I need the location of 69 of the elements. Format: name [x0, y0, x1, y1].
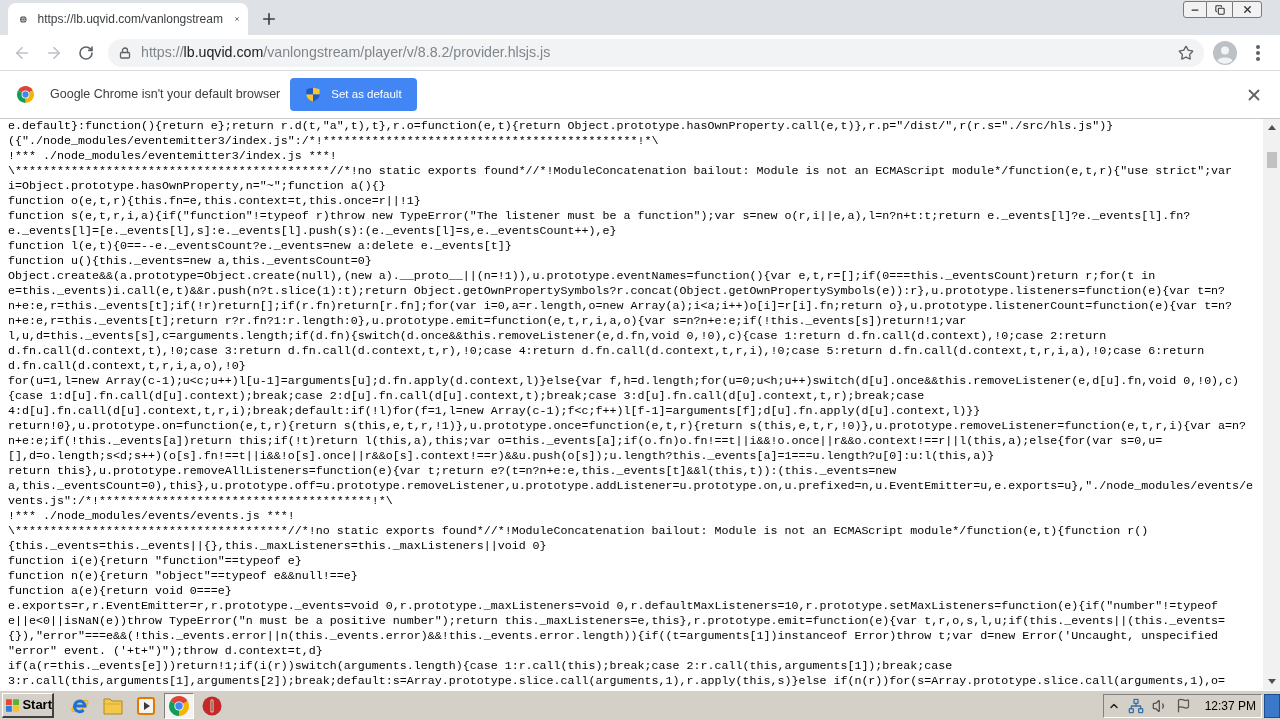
up-triangle-icon: [1267, 125, 1276, 130]
code-line: {case 1:d[u].fn.call(d[u].context);break;case 2:d[u].fn.call(d[u].context,t);break;case 3:d[u].fn.call(d[u].context,t,r);break;case: [8, 389, 925, 404]
code-line: a,this._eventsCount=0),this},u.prototype.off=u.prototype.removeListener,u.prototype.addListener=u.prototype.on,u.prefixed=n,u.EventEmitter=u,e.exports=u},"./node_modules/events/e: [8, 479, 1254, 494]
browser-tab[interactable]: https://lb.uqvid.com/vanlongstream: [8, 3, 248, 35]
code-line: n+e:e,r=this._events[t];return r?r.fn?1:r.length:0},u.prototype.emit=function(e,t,r,i,a,o){var s=n?n+e:e;if(!this._events[s])return!1;var: [8, 314, 967, 329]
scrollbar-thumb[interactable]: [1266, 152, 1277, 168]
code-line: ({"./node_modules/eventemitter3/index.js":/*!*********************************************!*\: [8, 134, 659, 149]
windows-flag-icon: [6, 697, 20, 713]
code-line: n+e:e,r=this._events[t];if(!r)return[];if(r.fn)return[r.fn];for(var i=0,a=r.length,o=new Array(a);i<a;i++)o[i]=r[i].fn;return o},u.prototype.listenerCount=function(e){var t=n?: [8, 299, 1233, 314]
start-button[interactable]: Start: [2, 693, 54, 718]
url-text: https://lb.uqvid.com/vanlongstream/player/v/8.8.2/provider.hlsjs.js: [141, 42, 551, 62]
code-line: e.default}:function(){return e};return r.d(t,"a",t),t},r.o=function(e,t){return Object.prototype.hasOwnProperty.call(e,t)},r.p="/dist/",r(r.s="./src/hls.js")}: [8, 119, 1114, 134]
code-line: if(a(r=this._events[e]))return!1;if(i(r))switch(arguments.length){case 1:r.call(this);break;case 2:r.call(this,arguments[1]);break;case: [8, 659, 953, 674]
code-line: {this._events=this._events||{},this._maxListeners=this._maxListeners||void 0}: [8, 539, 547, 554]
close-icon: [1241, 4, 1253, 15]
minimize-button[interactable]: [1183, 1, 1207, 18]
code-line: function n(e){return "object"==typeof e&&null!==e}: [8, 569, 358, 584]
alert-circle-icon: [202, 695, 222, 716]
down-triangle-icon: [1267, 679, 1276, 684]
taskbar-button[interactable]: [164, 692, 194, 719]
code-line: d.fn.call(d.context,t,r,i,a,o),!0}: [8, 359, 246, 374]
code-line: function a(e){return void 0===e}: [8, 584, 232, 599]
tab-title: https://lb.uqvid.com/vanlongstream: [37, 11, 223, 28]
shield-icon: [306, 87, 321, 102]
plus-icon: [260, 10, 278, 28]
code-line: i=Object.prototype.hasOwnProperty,n="~";function a(){}: [8, 179, 386, 194]
code-line: !*** ./node_modules/eventemitter3/index.js ***!: [8, 149, 337, 164]
show-desktop-button[interactable]: [1264, 693, 1280, 718]
code-line: e._events[l]=[e._events[l],s]:e._events[l].push(s):(e._events[l]=s,e._eventsCount++),e}: [8, 224, 617, 239]
code-line: return this},u.prototype.removeAllListeners=function(e){var t;return e?(t=n?n+e:e,this._events[t]&&l(this,t)):(this._events=new: [8, 464, 897, 479]
chrome-logo-icon: [17, 86, 34, 103]
code-line: d.fn.call(d.context,t),!0;case 3:return d.fn.call(d.context,t,r),!0;case 4:return d.fn.call(d.context,t,r,i),!0;case 5:return d.fn.call(d.context,t,r,i,a),!0;case 6:return: [8, 344, 1205, 359]
code-line: function i(e){return "function"==typeof e}: [8, 554, 302, 569]
restore-icon: [1214, 4, 1225, 15]
menu-dots-icon: [1256, 44, 1260, 61]
folder-icon: [103, 696, 123, 715]
code-line: l,u,d=this._events[s],c=arguments.length;if(d.fn){switch(d.once&&this.removeListener(e,d.fn,void 0,!0),c){case 1:return d.fn.call(d.context),!0;case 2:return: [8, 329, 1107, 344]
code-line: function s(e,t,r,i,a){if("function"!=typeof r)throw new TypeError("The listener must be a function");var s=new o(r,i||e,a),l=n?n+t:t;return e._events[l]?e._events[l].fn?: [8, 209, 1191, 224]
code-line: {}),"error"===e&&(!this._events.error||n(this._events.error)&&!this._events.error.length)){if((t=arguments[1])instanceof Error)throw t;var d=new Error('Uncaught, unspecified: [8, 629, 1219, 644]
code-line: 4:d[u].fn.call(d[u].context,t,r,i);break;default:if(!l)for(f=1,l=new Array(c-1);f<c;f++)l[f-1]=arguments[f];d[u].fn.apply(d[u].context,l)}}: [8, 404, 981, 419]
reload-icon: [78, 44, 94, 61]
code-line: e||e<0||isNaN(e))throw TypeError("n must be a positive number");return this._maxListeners=e,this},r.prototype.emit=function(e){var t,r,o,s,l,u;if(this._events||(this._events=: [8, 614, 1226, 629]
flag-icon[interactable]: [1175, 698, 1191, 713]
network-icon[interactable]: [1127, 697, 1144, 714]
set-default-button[interactable]: Set as default: [290, 78, 417, 111]
code-line: "error" event. ('+t+")");throw d.context=t,d}: [8, 644, 323, 659]
code-line: function l(e,t){0==--e._eventsCount?e._events=new a:delete e._events[t]}: [8, 239, 512, 254]
close-window-button[interactable]: [1232, 1, 1262, 18]
code-line: [],d=o.length;s<d;s++)(o[s].fn!==t||i&&!o[s].once||r&&o[s].context!==r)&&u.push(o[s]);u.length?this._events[a]=1===u.length?u[0]:u:l(this,a)}: [8, 449, 995, 464]
code-line: function o(e,t,r){this.fn=e,this.context=t,this.once=r||!1}: [8, 194, 421, 209]
address-bar[interactable]: https://lb.uqvid.com/vanlongstream/player/v/8.8.2/provider.hlsjs.js: [108, 38, 1204, 67]
lock-icon: [119, 46, 131, 59]
code-line: return!0},u.prototype.on=function(e,t,r){return s(this,e,t,r,!1)},u.prototype.once=function(e,t,r){return s(this,e,t,r,!0)},u.prototype.removeListener=function(e,t,r,i){var a=n?: [8, 419, 1247, 434]
code-line: \*********************************************//*!no static exports found*//*!ModuleConcatenation bailout: Module is not an ECMAScript module*/function(e,t,r){"use strict";var: [8, 164, 1233, 179]
code-line: n+e:e;if(!this._events[a])return this;if(!t)return l(this,a),this;var o=this._events[a];if(o.fn)o.fn!==t||i&&!o.once||r&&o.context!==r||l(this,a);else{for(var s=0,u=: [8, 434, 1163, 449]
code-line: e=this._events)i.call(e,t)&&r.push(n?t.slice(1):t);return Object.getOwnPropertySymbols?r.concat(Object.getOwnPropertySymbols(e)):r},u.prototype.listeners=function(e){var t=n?: [8, 284, 1226, 299]
code-line: \***************************************//*!no static exports found*//*!ModuleConcatenation bailout: Module is not an ECMAScript module*/function(e,t){function r(): [8, 524, 1149, 539]
restore-button[interactable]: [1207, 1, 1232, 18]
code-line: function u(){this._events=new a,this._eventsCount=0}: [8, 254, 372, 269]
chrome-icon: [169, 695, 189, 716]
code-line: e.exports=r,r.EventEmitter=r,r.prototype._events=void 0,r.prototype._maxListeners=void 0,r.defaultMaxListeners=10,r.prototype.setMaxListeners=function(e){if("number"!=typeof: [8, 599, 1219, 614]
infobar-message: Google Chrome isn't your default browser: [50, 86, 281, 104]
bookmark-star-icon[interactable]: [1178, 44, 1194, 61]
code-line: Object.create&&(a.prototype=Object.create(null),(new a).__proto__||(n=!1)),u.prototype.eventNames=function(){var e,t,r=[];if(0===this._eventsCount)return r;for(t in: [8, 269, 1156, 284]
code-line: 3:r.call(this,arguments[1],arguments[2]);break;default:s=Array.prototype.slice.call(arguments,1),r.apply(this,s)}else if(n(r))for(s=Array.prototype.slice.call(arguments,1),o=: [8, 674, 1226, 689]
code-line: for(u=1,l=new Array(c-1);u<c;u++)l[u-1]=arguments[u];d.fn.apply(d.context,l)}else{var f,h=d.length;for(u=0;u<h;u++)switch(d[u].once&&this.removeListener(e,d[u].fn,void 0,!0),c): [8, 374, 1240, 389]
code-line: !*** ./node_modules/events/events.js ***!: [8, 509, 295, 524]
media-player-icon: [137, 696, 155, 715]
code-line: vents.js":/*!***************************************!*\: [8, 494, 393, 509]
